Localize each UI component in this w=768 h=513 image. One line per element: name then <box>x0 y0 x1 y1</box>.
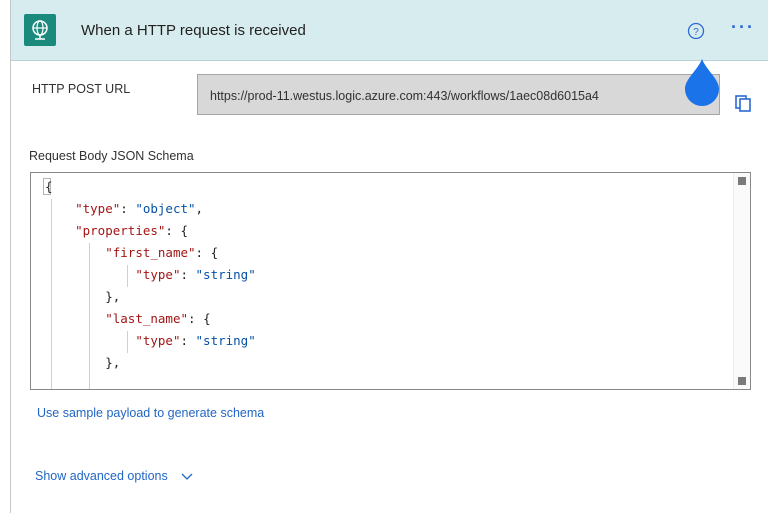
code-token: : <box>180 267 196 282</box>
code-token: }, <box>105 289 121 304</box>
help-icon[interactable]: ? <box>687 22 705 40</box>
chevron-down-icon <box>181 473 193 480</box>
code-token: "type" <box>135 333 181 348</box>
code-token: "string" <box>195 333 256 348</box>
code-token: }, <box>105 355 121 370</box>
scroll-up-marker <box>738 177 746 185</box>
drag-pointer-icon <box>685 59 719 106</box>
code-token: { <box>210 245 219 260</box>
code-token: : <box>180 333 196 348</box>
show-advanced-options-link[interactable]: Show advanced options <box>35 469 193 483</box>
code-token: : <box>120 201 136 216</box>
code-line: { <box>45 176 256 198</box>
code-line: }, <box>45 286 256 308</box>
schema-editor[interactable]: { "type": "object", "properties": { "fir… <box>30 172 751 390</box>
code-token: , <box>195 201 204 216</box>
url-label: HTTP POST URL <box>32 82 131 96</box>
code-line: "type": "object", <box>45 198 256 220</box>
code-token: { <box>203 311 211 326</box>
schema-label: Request Body JSON Schema <box>29 149 194 163</box>
http-post-url-field[interactable]: https://prod-11.westus.logic.azure.com:4… <box>197 74 720 115</box>
code-token: "last_name" <box>105 311 189 326</box>
card-header[interactable]: When a HTTP request is received ? ··· <box>11 0 768 61</box>
trigger-title: When a HTTP request is received <box>81 22 306 39</box>
code-token: : <box>188 311 204 326</box>
code-token: "type" <box>75 201 121 216</box>
code-token: { <box>180 223 189 238</box>
http-globe-icon <box>24 14 56 46</box>
schema-code: { "type": "object", "properties": { "fir… <box>45 176 256 374</box>
code-token: "properties" <box>75 223 166 238</box>
code-line: "type": "string" <box>45 264 256 286</box>
use-sample-payload-link[interactable]: Use sample payload to generate schema <box>37 406 264 420</box>
copy-icon[interactable] <box>734 94 752 112</box>
advanced-options-label: Show advanced options <box>35 469 168 483</box>
trigger-card: When a HTTP request is received ? ··· HT… <box>10 0 768 513</box>
code-line: "type": "string" <box>45 330 256 352</box>
more-options-icon[interactable]: ··· <box>731 18 755 36</box>
code-token: "first_name" <box>105 245 196 260</box>
code-token: "string" <box>195 267 256 282</box>
code-token: "object" <box>135 201 196 216</box>
url-value: https://prod-11.westus.logic.azure.com:4… <box>210 89 599 103</box>
code-line: "first_name": { <box>45 242 256 264</box>
code-line: "properties": { <box>45 220 256 242</box>
editor-scrollbar[interactable] <box>733 173 750 389</box>
svg-text:?: ? <box>693 27 699 38</box>
code-token: "type" <box>135 267 181 282</box>
code-line: }, <box>45 352 256 374</box>
code-line: "last_name": { <box>45 308 256 330</box>
code-token: : <box>165 223 181 238</box>
code-token: : <box>195 245 211 260</box>
code-token: { <box>45 179 53 194</box>
scroll-down-marker <box>738 377 746 385</box>
